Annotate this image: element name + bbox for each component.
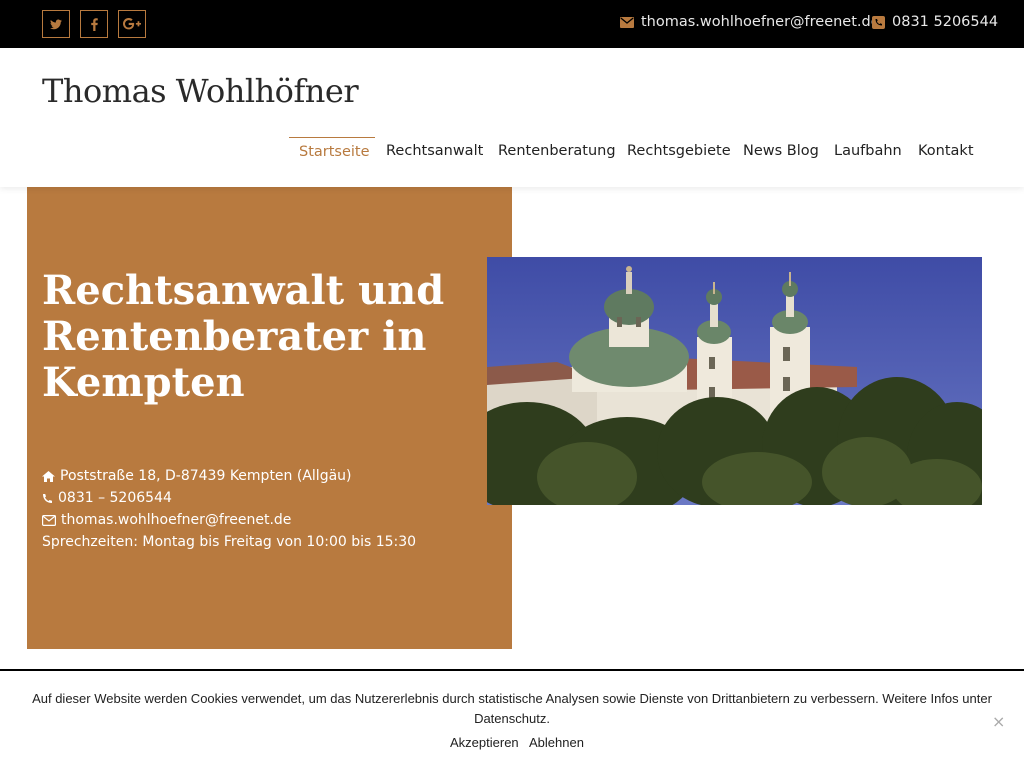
hero-hours: Sprechzeiten: Montag bis Freitag von 10:…	[42, 534, 417, 550]
hero-title: Rechtsanwalt und Rentenberater in Kempte…	[42, 267, 445, 406]
hero-address-text: Poststraße 18, D-87439 Kempten (Allgäu)	[60, 468, 352, 484]
top-bar: thomas.wohlhoefner@freenet.de 0831 52065…	[0, 0, 1024, 48]
hero-panel	[27, 187, 512, 649]
topbar-email[interactable]: thomas.wohlhoefner@freenet.de	[620, 14, 880, 30]
nav-kontakt[interactable]: Kontakt	[918, 137, 974, 171]
envelope-icon	[620, 16, 634, 28]
nav-startseite[interactable]: Startseite	[289, 137, 375, 171]
phone-icon	[42, 493, 53, 504]
nav-rentenberatung[interactable]: Rentenberatung	[498, 137, 616, 171]
site-header: Thomas Wohlhöfner Startseite Rechtsanwal…	[0, 48, 1024, 187]
nav-rechtsanwalt[interactable]: Rechtsanwalt	[386, 137, 483, 171]
basilica-photo	[487, 257, 982, 505]
cookie-accept-button[interactable]: Akzeptieren	[450, 735, 519, 750]
nav-laufbahn[interactable]: Laufbahn	[834, 137, 902, 171]
cookie-notice: Auf dieser Website werden Cookies verwen…	[0, 669, 1024, 768]
envelope-icon	[42, 514, 56, 526]
hero-address: Poststraße 18, D-87439 Kempten (Allgäu)	[42, 465, 492, 487]
phone-square-icon	[872, 15, 885, 29]
nav-news-blog[interactable]: News Blog	[743, 137, 819, 171]
nav-rechtsgebiete[interactable]: Rechtsgebiete	[627, 137, 731, 171]
topbar-phone-text: 0831 5206544	[892, 14, 999, 30]
topbar-phone[interactable]: 0831 5206544	[872, 14, 998, 30]
cookie-text: Auf dieser Website werden Cookies verwen…	[32, 691, 992, 726]
facebook-icon[interactable]	[80, 10, 108, 38]
home-icon	[42, 470, 55, 482]
site-title[interactable]: Thomas Wohlhöfner	[42, 72, 359, 110]
close-icon[interactable]: ×	[992, 712, 1005, 731]
hero-email[interactable]: thomas.wohlhoefner@freenet.de	[42, 509, 492, 531]
google-plus-icon[interactable]	[118, 10, 146, 38]
cookie-decline-button[interactable]: Ablehnen	[529, 735, 584, 750]
hero-phone[interactable]: 0831 – 5206544	[42, 487, 492, 509]
twitter-icon[interactable]	[42, 10, 70, 38]
hero-email-text: thomas.wohlhoefner@freenet.de	[61, 512, 292, 528]
hero-phone-text: 0831 – 5206544	[58, 490, 172, 506]
topbar-email-text: thomas.wohlhoefner@freenet.de	[641, 14, 880, 30]
